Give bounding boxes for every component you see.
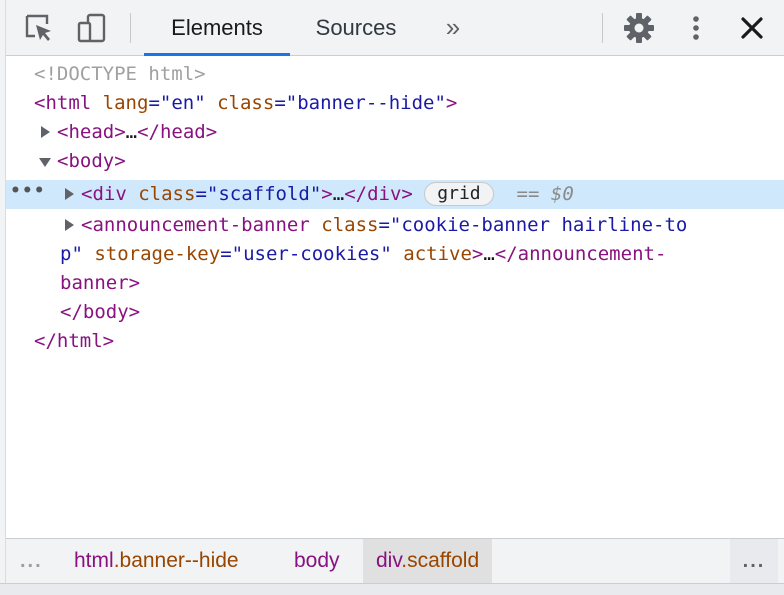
doctype-text: <!DOCTYPE html>	[34, 63, 206, 85]
tree-line-announcement-banner-wrap2: banner>	[6, 269, 784, 298]
body-open-tag: <body>	[57, 150, 126, 172]
banner-node-line1: <announcement-banner class="cookie-banne…	[81, 214, 688, 236]
attr-name: class	[138, 183, 196, 205]
breadcrumb-scroll-left[interactable]: ...	[20, 539, 43, 583]
tree-line-html-open[interactable]: <html lang="en" class="banner--hide">	[6, 89, 784, 118]
breadcrumb-item-div-scaffold[interactable]: div.scaffold	[363, 539, 493, 583]
tree-line-announcement-banner-wrap: p" storage-key="user-cookies" active>…</…	[6, 240, 784, 269]
attr-name: storage-key	[94, 243, 221, 265]
breadcrumb-tag: html	[74, 549, 114, 572]
breadcrumb-scroll-right[interactable]: ...	[730, 539, 778, 583]
breadcrumb-class: .scaffold	[401, 549, 480, 572]
div-close-tag: </div>	[344, 183, 413, 205]
toolbar-divider	[130, 13, 131, 43]
breadcrumb-tag: div	[376, 549, 402, 572]
tree-line-div-scaffold-selected[interactable]: ••• <div class="scaffold">…</div> grid =…	[6, 180, 784, 209]
toolbar-divider	[602, 13, 603, 43]
close-icon[interactable]	[736, 12, 768, 44]
tree-line-announcement-banner[interactable]: <announcement-banner class="cookie-banne…	[6, 211, 784, 240]
expand-triangle-icon[interactable]	[41, 126, 50, 138]
gear-icon[interactable]	[623, 12, 655, 44]
tab-sources[interactable]: Sources	[302, 0, 410, 55]
collapse-triangle-icon[interactable]	[39, 158, 51, 167]
breadcrumb-item-body[interactable]: body	[294, 539, 340, 583]
html-open-tag: <html lang="en" class="banner--hide">	[34, 92, 458, 114]
breadcrumb-item-html[interactable]: html.banner--hide	[74, 539, 239, 583]
banner-close-tag: </announcement-	[494, 243, 667, 265]
tag-name: html	[45, 92, 92, 114]
tag-bracket: <	[34, 92, 46, 114]
breadcrumb-tag: body	[294, 549, 340, 572]
tab-elements[interactable]: Elements	[144, 0, 290, 56]
tag-bracket: >	[321, 183, 333, 205]
tree-line-body-close[interactable]: </body>	[6, 298, 784, 327]
tag-bracket: >	[445, 92, 458, 114]
attr-name: class	[217, 92, 275, 114]
div-scaffold-node: <div class="scaffold">…</div> grid == $0	[81, 182, 574, 206]
tag-bracket: <	[81, 183, 93, 205]
tree-line-doctype[interactable]: <!DOCTYPE html>	[6, 60, 784, 89]
head-open-tag: <head>	[57, 121, 126, 143]
expand-triangle-icon[interactable]	[65, 188, 74, 200]
tag-name: announcement-banner	[92, 214, 310, 236]
more-vertical-icon[interactable]	[680, 12, 712, 44]
attr-value: "en"	[159, 92, 206, 114]
attr-value: p"	[60, 243, 83, 265]
attr-value: "cookie-banner hairline-to	[389, 214, 688, 236]
collapsed-ellipsis: …	[125, 121, 138, 143]
devtools-toolbar: Elements Sources »	[6, 0, 784, 56]
banner-close-tag-end: banner>	[60, 272, 141, 294]
tag-name: div	[92, 183, 127, 205]
console-ref-dollar0: $0	[550, 183, 574, 205]
attr-name: active	[403, 243, 472, 265]
tree-line-head[interactable]: <head>…</head>	[6, 118, 784, 147]
banner-node-line2: p" storage-key="user-cookies" active>…</…	[60, 243, 667, 265]
tag-bracket: >	[471, 243, 484, 265]
attr-value: "user-cookies"	[231, 243, 392, 265]
device-toolbar-icon[interactable]	[76, 12, 108, 44]
more-tabs-chevron-icon[interactable]: »	[436, 0, 470, 55]
collapsed-ellipsis: …	[483, 243, 495, 265]
tree-line-body-open[interactable]: <body>	[6, 147, 784, 176]
row-actions-dots-icon[interactable]: •••	[10, 177, 46, 206]
attr-value: "banner--hide"	[285, 92, 446, 114]
inspect-element-icon[interactable]	[23, 12, 55, 44]
attr-name: class	[321, 214, 379, 236]
head-close-tag: </head>	[137, 121, 218, 143]
bottom-drawer-edge	[0, 583, 784, 595]
breadcrumb-class: .banner--hide	[113, 549, 239, 572]
body-close-tag: </body>	[60, 301, 141, 323]
equals-sign: ==	[516, 183, 540, 205]
attr-name: lang	[102, 92, 149, 114]
collapsed-ellipsis: …	[332, 183, 345, 205]
head-node: <head>…</head>	[57, 118, 217, 147]
html-close-tag: </html>	[34, 330, 115, 352]
breadcrumb: ... html.banner--hide body div.scaffold …	[6, 538, 784, 583]
grid-badge[interactable]: grid	[424, 182, 494, 206]
tree-line-html-close[interactable]: </html>	[6, 327, 784, 356]
attr-value: "scaffold"	[206, 183, 322, 205]
expand-triangle-icon[interactable]	[65, 219, 74, 231]
tag-bracket: <	[81, 214, 93, 236]
